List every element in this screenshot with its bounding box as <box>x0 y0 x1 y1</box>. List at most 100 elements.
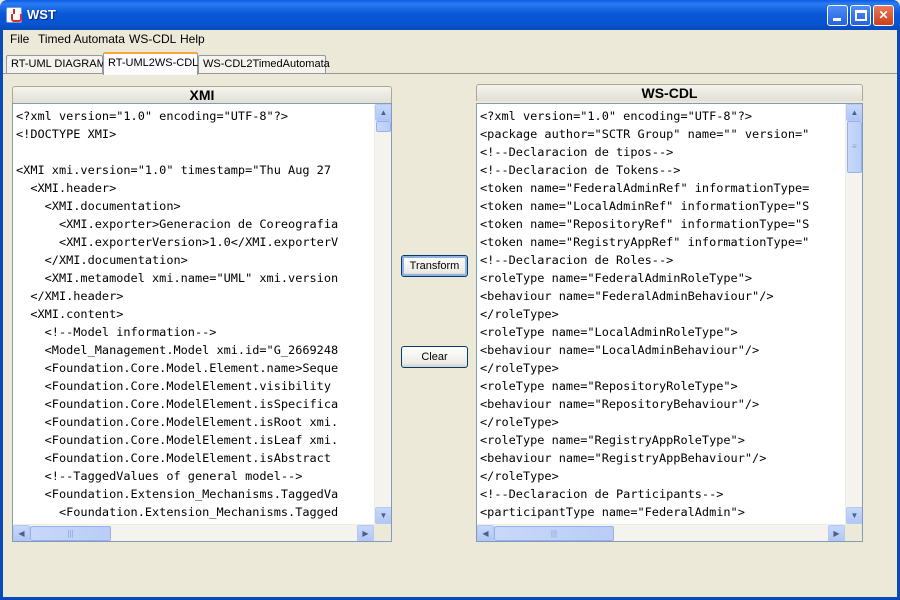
xmi-code-line: <XMI.metamodel xmi.name="UML" xmi.versio… <box>16 271 339 285</box>
arrow-left-icon: ◀ <box>482 529 489 538</box>
menu-timed-automata[interactable]: Timed Automata <box>38 32 125 46</box>
ws-cdl-code-line: <participantType name="FederalAdmin"> <box>480 505 745 519</box>
ws-cdl-code-line: <roleType name="RegistryAppRoleType"> <box>480 433 745 447</box>
java-cup-icon[interactable] <box>6 7 22 23</box>
xmi-code-line: <Foundation.Core.Model.Element.name>Sequ… <box>16 361 339 375</box>
xmi-code-line: <XMI.documentation> <box>16 199 181 213</box>
maximize-button[interactable] <box>850 5 871 26</box>
xmi-scroll-right-button[interactable]: ▶ <box>357 525 374 541</box>
ws-cdl-scroll-down-button[interactable]: ▼ <box>846 507 862 524</box>
tab-ws-cdl2timedautomata[interactable]: WS-CDL2TimedAutomata <box>198 55 330 74</box>
ws-cdl-code-line: </roleType> <box>480 469 559 483</box>
xmi-scroll-up-button[interactable]: ▲ <box>375 104 391 121</box>
xmi-code-line: <!DOCTYPE XMI> <box>16 127 117 141</box>
menu-ws-cdl[interactable]: WS-CDL <box>129 32 176 46</box>
arrow-up-icon: ▲ <box>379 108 388 117</box>
xmi-code[interactable]: <?xml version="1.0" encoding="UTF-8"?> <!… <box>16 107 338 521</box>
xmi-code-line: <Foundation.Core.ModelElement.isRoot xmi… <box>16 415 339 429</box>
arrow-down-icon: ▼ <box>850 511 859 520</box>
ws-cdl-code-line: <roleType name="RepositoryRoleType"> <box>480 379 738 393</box>
xmi-horizontal-scrollbar[interactable]: ◀ ||| ▶ <box>13 524 374 541</box>
ws-cdl-vertical-scrollbar[interactable]: ▲ ≡ ▼ <box>845 104 862 524</box>
xmi-code-line: <!--Model information--> <box>16 325 217 339</box>
arrow-right-icon: ▶ <box>362 529 369 538</box>
ws-cdl-code-line: <!--Declaracion de Participants--> <box>480 487 724 501</box>
ws-cdl-horizontal-scrollbar[interactable]: ◀ ||| ▶ <box>477 524 845 541</box>
xmi-scroll-left-button[interactable]: ◀ <box>13 525 30 541</box>
xmi-code-line: <XMI.exporterVersion>1.0</XMI.exporterV <box>16 235 339 249</box>
xmi-horizontal-thumb[interactable]: ||| <box>30 526 111 541</box>
xmi-code-line: <Foundation.Core.ModelElement.isLeaf xmi… <box>16 433 339 447</box>
xmi-scroll-corner <box>374 524 391 541</box>
ws-cdl-code-line: <!--Declaracion de Tokens--> <box>480 163 681 177</box>
maximize-icon <box>855 10 867 21</box>
xmi-code-line: <!--TaggedValues of general model--> <box>16 469 303 483</box>
ws-cdl-text-area[interactable]: <?xml version="1.0" encoding="UTF-8"?> <p… <box>476 103 863 542</box>
xmi-code-line: <XMI.content> <box>16 307 124 321</box>
ws-cdl-code-line: <behaviour name="RegistryAppBehaviour"/> <box>480 451 767 465</box>
window-frame-left <box>0 30 3 600</box>
arrow-up-icon: ▲ <box>850 108 859 117</box>
xmi-code-line: <Foundation.Core.ModelElement.isSpecific… <box>16 397 339 411</box>
ws-cdl-code-line: <behaviour name="RepositoryBehaviour"/> <box>480 397 760 411</box>
minimize-button[interactable] <box>827 5 848 26</box>
ws-cdl-scroll-right-button[interactable]: ▶ <box>828 525 845 541</box>
xmi-code-line: <Foundation.Core.ModelElement.isAbstract <box>16 451 331 465</box>
ws-cdl-code-line: <token name="RepositoryRef" informationT… <box>480 217 810 231</box>
ws-cdl-code-line: <roleType name="LocalAdminRoleType"> <box>480 325 738 339</box>
arrow-left-icon: ◀ <box>18 529 25 538</box>
xmi-scroll-down-button[interactable]: ▼ <box>375 507 391 524</box>
ws-cdl-code[interactable]: <?xml version="1.0" encoding="UTF-8"?> <p… <box>480 107 809 521</box>
xmi-code-line: </XMI.documentation> <box>16 253 188 267</box>
window-title: WST <box>27 7 56 22</box>
xmi-code-line: <Foundation.Core.ModelElement.visibility <box>16 379 331 393</box>
ws-cdl-code-line: <token name="LocalAdminRef" informationT… <box>480 199 810 213</box>
ws-cdl-code-line: <token name="RegistryAppRef" information… <box>480 235 810 249</box>
ws-cdl-panel-title: WS-CDL <box>476 84 863 101</box>
xmi-code-line: </XMI.header> <box>16 289 124 303</box>
transform-button[interactable]: Transform <box>401 255 468 277</box>
xmi-code-line: <Model_Management.Model xmi.id="G_266924… <box>16 343 339 357</box>
ws-cdl-horizontal-thumb[interactable]: ||| <box>494 526 614 541</box>
clear-button[interactable]: Clear <box>401 346 468 368</box>
tab-rt-uml-diagram[interactable]: RT-UML DIAGRAM <box>6 55 106 74</box>
ws-cdl-vertical-thumb[interactable]: ≡ <box>847 121 862 173</box>
ws-cdl-scroll-left-button[interactable]: ◀ <box>477 525 494 541</box>
minimize-icon <box>833 18 841 21</box>
xmi-code-line: <Foundation.Extension_Mechanisms.TaggedV… <box>16 487 339 501</box>
ws-cdl-scroll-corner <box>845 524 862 541</box>
ws-cdl-code-line: </roleType> <box>480 361 559 375</box>
title-bar[interactable]: WST ✕ <box>0 0 900 30</box>
ws-cdl-scroll-up-button[interactable]: ▲ <box>846 104 862 121</box>
xmi-code-line: <XMI.header> <box>16 181 117 195</box>
ws-cdl-code-line: <!--Declaracion de tipos--> <box>480 145 674 159</box>
xmi-text-area[interactable]: <?xml version="1.0" encoding="UTF-8"?> <!… <box>12 103 392 542</box>
xmi-code-line: <XMI.exporter>Generacion de Coreografia <box>16 217 339 231</box>
menu-bar: File Timed Automata WS-CDL Help <box>3 30 897 49</box>
ws-cdl-code-line: <behaviour name="FederalAdminBehaviour"/… <box>480 289 774 303</box>
arrow-right-icon: ▶ <box>833 529 840 538</box>
xmi-code-line: <XMI xmi.version="1.0" timestamp="Thu Au… <box>16 163 331 177</box>
arrow-down-icon: ▼ <box>379 511 388 520</box>
ws-cdl-code-line: <token name="FederalAdminRef" informatio… <box>480 181 810 195</box>
close-icon: ✕ <box>878 8 889 22</box>
ws-cdl-code-line: <roleType name="FederalAdminRoleType"> <box>480 271 753 285</box>
ws-cdl-code-line: </roleType> <box>480 307 559 321</box>
menu-file[interactable]: File <box>10 32 29 46</box>
xmi-code-line: <Foundation.Extension_Mechanisms.Tagged <box>16 505 339 519</box>
tab-rt-uml2ws-cdl[interactable]: RT-UML2WS-CDL <box>103 52 198 75</box>
grip-icon: ||| <box>67 528 74 538</box>
close-button[interactable]: ✕ <box>873 5 894 26</box>
xmi-code-line <box>16 143 338 161</box>
ws-cdl-code-line: <?xml version="1.0" encoding="UTF-8"?> <box>480 109 753 123</box>
ws-cdl-code-line: <!--Declaracion de Roles--> <box>480 253 674 267</box>
xmi-vertical-scrollbar[interactable]: ▲ ▼ <box>374 104 391 524</box>
ws-cdl-code-line: </roleType> <box>480 415 559 429</box>
xmi-code-line: <?xml version="1.0" encoding="UTF-8"?> <box>16 109 289 123</box>
grip-icon: ||| <box>550 528 558 538</box>
ws-cdl-code-line: <behaviour name="LocalAdminBehaviour"/> <box>480 343 760 357</box>
xmi-vertical-thumb[interactable] <box>376 121 391 132</box>
xmi-panel-title: XMI <box>12 86 392 103</box>
menu-help[interactable]: Help <box>180 32 205 46</box>
ws-cdl-code-line: <package author="SCTR Group" name="" ver… <box>480 127 810 141</box>
